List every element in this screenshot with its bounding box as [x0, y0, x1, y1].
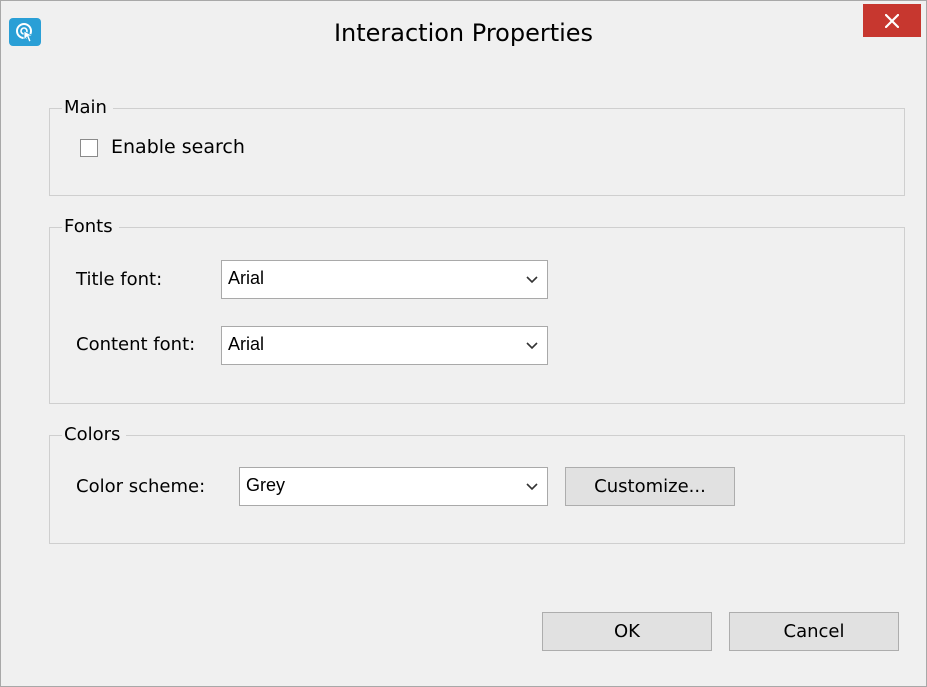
chevron-down-icon: [526, 483, 538, 491]
main-groupbox: Main Enable search: [49, 95, 905, 196]
window-title: Interaction Properties: [333, 19, 594, 47]
chevron-down-icon: [526, 342, 538, 350]
title-font-label: Title font:: [76, 269, 163, 290]
close-button[interactable]: [863, 4, 921, 37]
color-scheme-select[interactable]: Grey: [239, 467, 548, 506]
color-scheme-value: Grey: [246, 475, 286, 495]
title-font-select[interactable]: Arial: [221, 260, 548, 299]
fonts-groupbox: Fonts Title font: Arial Content font: Ar…: [49, 214, 905, 404]
content-font-value: Arial: [228, 334, 265, 354]
dialog-window: Interaction Properties Main Enable searc…: [0, 0, 927, 687]
title-bar[interactable]: Interaction Properties: [1, 1, 926, 76]
ok-button[interactable]: OK: [542, 612, 712, 651]
enable-search-label[interactable]: Enable search: [111, 136, 245, 158]
content-font-label: Content font:: [76, 334, 196, 355]
main-legend: Main: [62, 95, 113, 121]
enable-search-checkbox[interactable]: [80, 139, 98, 157]
fonts-legend: Fonts: [62, 214, 119, 240]
customize-button[interactable]: Customize...: [565, 467, 735, 506]
cancel-button[interactable]: Cancel: [729, 612, 899, 651]
close-icon: [885, 13, 899, 28]
colors-legend: Colors: [62, 422, 127, 448]
content-font-select[interactable]: Arial: [221, 326, 548, 365]
color-scheme-label: Color scheme:: [76, 476, 206, 497]
colors-groupbox: Colors Color scheme: Grey Customize...: [49, 422, 905, 544]
chevron-down-icon: [526, 276, 538, 284]
title-font-value: Arial: [228, 268, 265, 288]
